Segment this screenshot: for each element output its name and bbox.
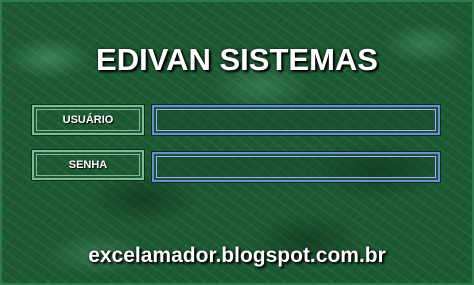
password-input[interactable] — [151, 151, 441, 183]
username-label: USUÁRIO — [31, 104, 145, 136]
app-title: EDIVAN SISTEMAS — [96, 42, 378, 77]
password-label: SENHA — [31, 149, 145, 181]
username-input[interactable] — [151, 104, 441, 136]
login-panel: EDIVAN SISTEMAS USUÁRIO SENHA excelamado… — [0, 0, 474, 285]
footer-website: excelamador.blogspot.com.br — [88, 244, 386, 267]
